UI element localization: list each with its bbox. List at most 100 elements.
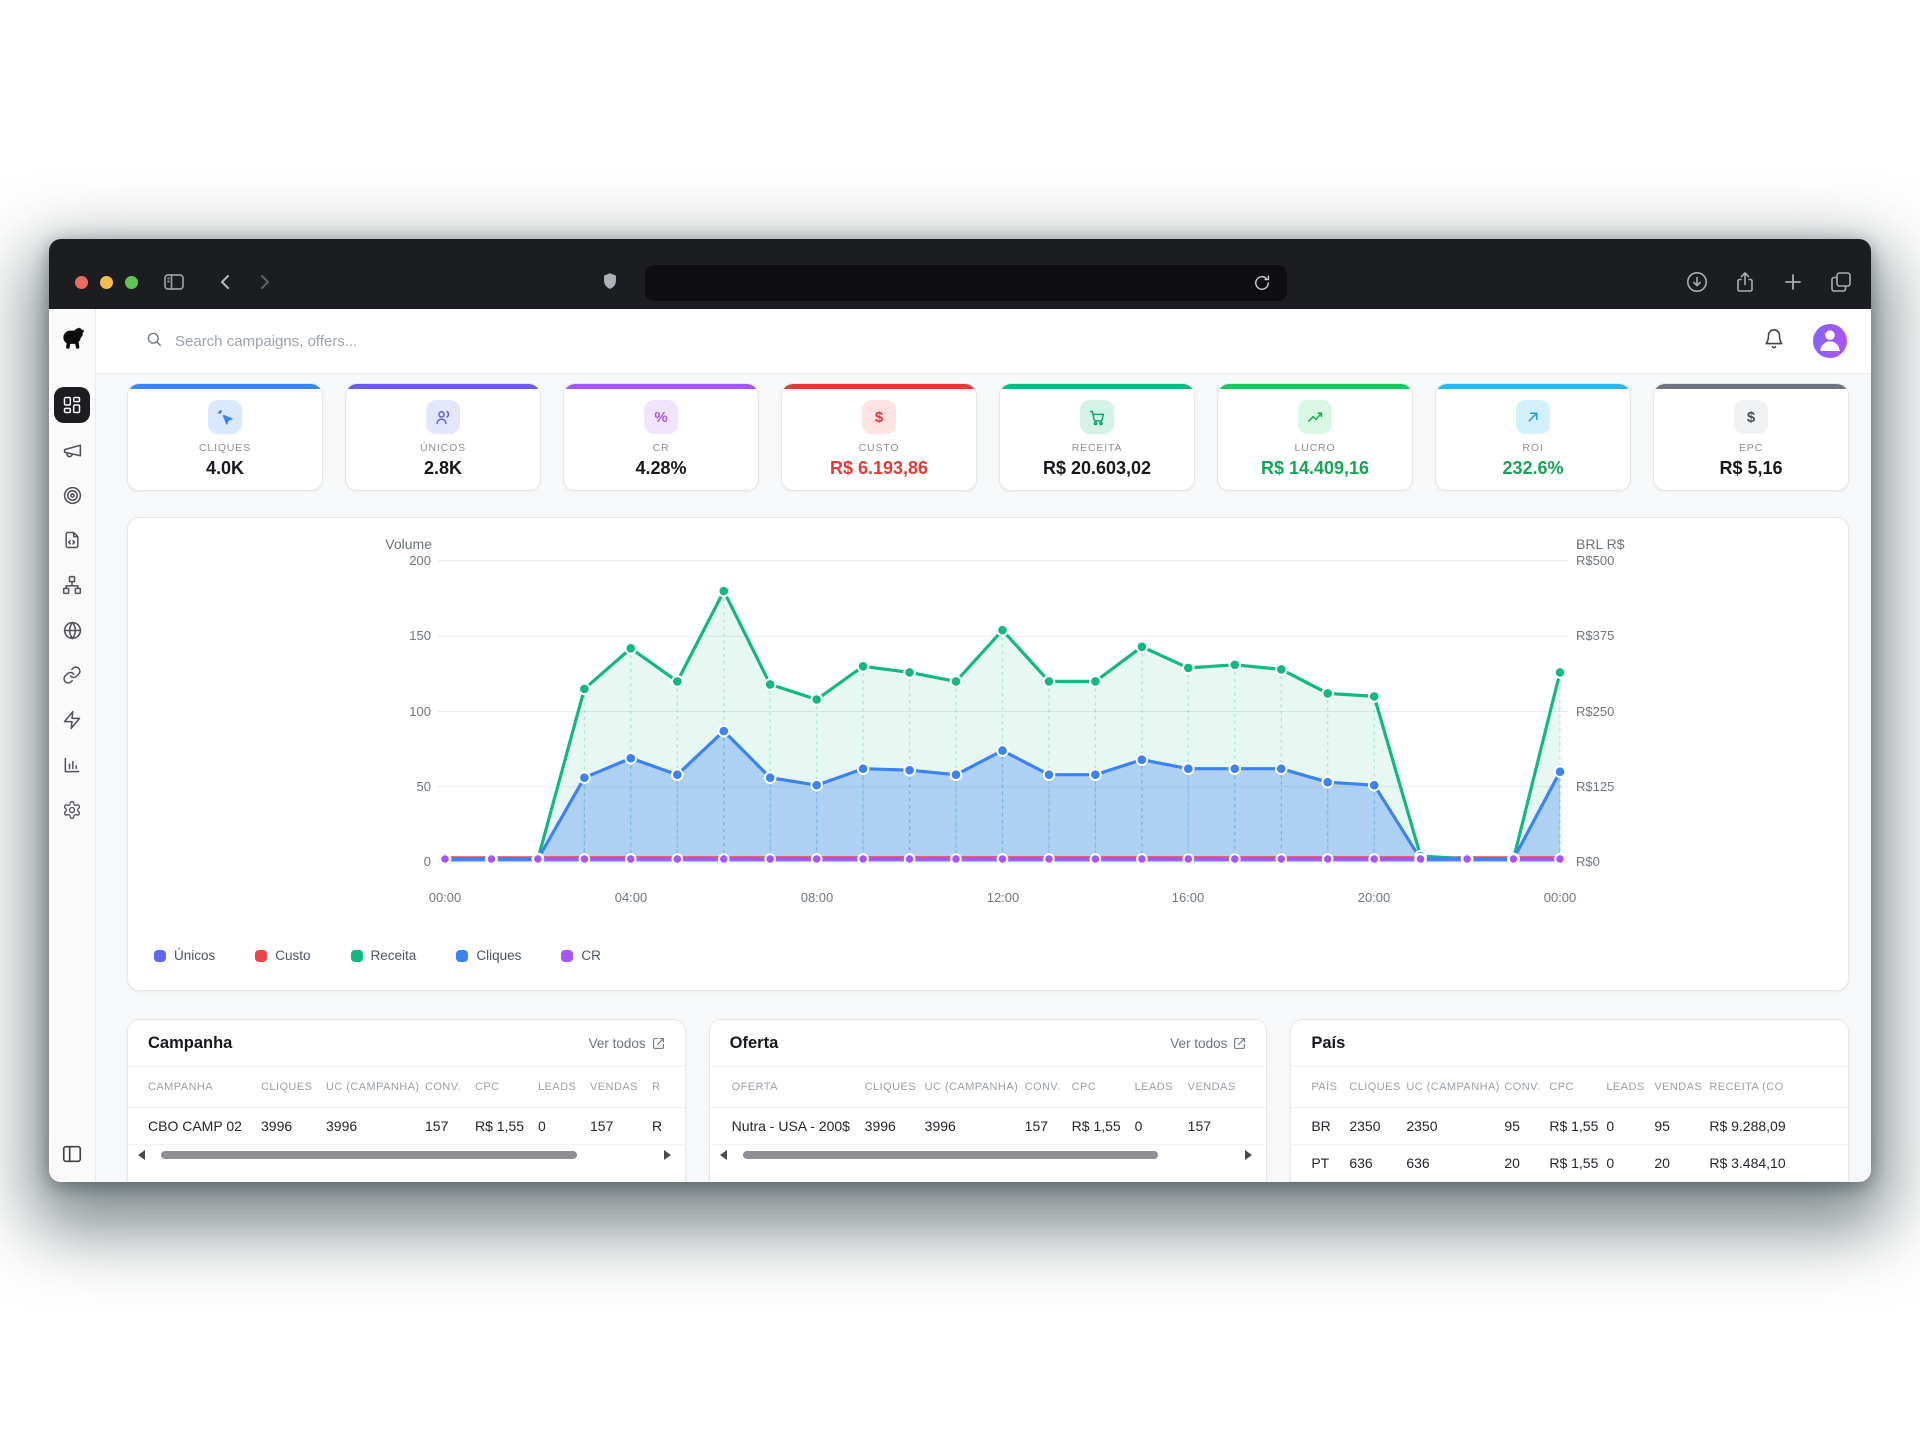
legend-item-cr[interactable]: CR: [561, 948, 601, 963]
table-title: Oferta: [730, 1034, 779, 1053]
table-cell: 636: [1349, 1155, 1406, 1171]
panel-collapse-icon: [61, 1143, 83, 1170]
legend-item-únicos[interactable]: Únicos: [154, 948, 215, 963]
column-header: UC (CAMPANHA): [326, 1081, 425, 1093]
tabs-icon[interactable]: [1828, 269, 1854, 295]
close-window-button[interactable]: [75, 276, 88, 289]
column-header: RECEITA (CO: [1709, 1081, 1848, 1093]
table-cell: 95: [1504, 1118, 1549, 1134]
sidebar-item-settings[interactable]: [54, 792, 90, 828]
scroll-left-arrow[interactable]: [138, 1150, 145, 1160]
legend-item-receita[interactable]: Receita: [351, 948, 417, 963]
scroll-left-arrow[interactable]: [720, 1150, 727, 1160]
sidebar-item-automations[interactable]: [54, 702, 90, 738]
sidebar-item-pages[interactable]: [54, 522, 90, 558]
sidebar-item-domains[interactable]: [54, 612, 90, 648]
kpi-value: R$ 6.193,86: [830, 458, 928, 479]
table-cell: 2350: [1406, 1118, 1504, 1134]
table-cell: 3996: [865, 1118, 925, 1134]
legend-item-custo[interactable]: Custo: [255, 948, 310, 963]
zoom-window-button[interactable]: [125, 276, 138, 289]
column-header: VENDAS: [1654, 1081, 1709, 1093]
shield-icon[interactable]: [597, 269, 623, 295]
address-bar[interactable]: [645, 265, 1287, 301]
new-tab-icon[interactable]: [1780, 269, 1806, 295]
dollar-icon: $: [862, 400, 896, 434]
download-icon[interactable]: [1684, 269, 1710, 295]
sidebar-item-reports[interactable]: [54, 747, 90, 783]
table-cell: 20: [1504, 1155, 1549, 1171]
scroll-right-arrow[interactable]: [1245, 1150, 1252, 1160]
table-cell: 3996: [326, 1118, 425, 1134]
kpi-label: ROI: [1522, 442, 1543, 454]
browser-chrome: [49, 239, 1871, 310]
forward-icon[interactable]: [251, 269, 277, 295]
table-row: BR2350235095R$ 1,55095R$ 9.288,09: [1291, 1108, 1848, 1145]
percent-icon: %: [644, 400, 678, 434]
kpi-label: CR: [653, 442, 670, 454]
table-cell: 0: [538, 1118, 590, 1134]
back-icon[interactable]: [213, 269, 239, 295]
trend-up-icon: [1298, 400, 1332, 434]
table-cell: 0: [1135, 1118, 1188, 1134]
legend-label: Únicos: [174, 948, 215, 963]
x-axis-label: 08:00: [801, 890, 834, 905]
sidebar-item-links[interactable]: [54, 657, 90, 693]
kpi-card-cliques: CLIQUES4.0K: [127, 383, 323, 491]
table-cell: R: [652, 1118, 685, 1134]
left-axis-tick: 50: [361, 779, 431, 794]
app-logo[interactable]: [49, 309, 95, 373]
share-icon[interactable]: [1732, 269, 1758, 295]
kpi-label: LUCRO: [1295, 442, 1336, 454]
kpi-card-epc: $EPCR$ 5,16: [1653, 383, 1849, 491]
column-header: CPC: [1072, 1081, 1135, 1093]
column-header: CONV.: [1025, 1081, 1072, 1093]
kpi-accent-bar: [346, 384, 540, 389]
table-cell: 157: [425, 1118, 475, 1134]
table-cell: R$ 1,55: [1549, 1155, 1606, 1171]
column-header: OFERTA: [732, 1081, 865, 1093]
left-axis-tick: 200: [361, 553, 431, 568]
sidebar-item-offers[interactable]: [54, 477, 90, 513]
sidebar-item-dashboard[interactable]: [54, 387, 90, 423]
table-header-row: PAÍSCLIQUESUC (CAMPANHA)CONV.CPCLEADSVEN…: [1291, 1067, 1848, 1108]
sidebar-item-campaigns[interactable]: [54, 432, 90, 468]
kpi-accent-bar: [1218, 384, 1412, 389]
right-axis-tick: R$0: [1576, 854, 1600, 869]
ver-todos-link[interactable]: Ver todos: [1170, 1036, 1246, 1051]
column-header: CONV.: [1504, 1081, 1549, 1093]
legend-item-cliques[interactable]: Cliques: [456, 948, 521, 963]
scrollbar-thumb[interactable]: [161, 1151, 576, 1159]
table-cell: 3996: [925, 1118, 1025, 1134]
scrollbar-thumb[interactable]: [743, 1151, 1158, 1159]
chart-legend: Únicos Custo Receita Cliques CR: [154, 948, 601, 963]
table-cell: R$ 1,55: [1072, 1118, 1135, 1134]
notifications-bell-icon[interactable]: [1763, 328, 1785, 355]
search-input[interactable]: [173, 332, 597, 351]
kpi-value: R$ 14.409,16: [1261, 458, 1369, 479]
scrollbar-track[interactable]: [733, 1151, 1240, 1159]
column-header: CPC: [1549, 1081, 1606, 1093]
legend-swatch: [456, 950, 468, 962]
sidebar-toggle-icon[interactable]: [161, 269, 187, 295]
table-card-pais: PaísPAÍSCLIQUESUC (CAMPANHA)CONV.CPCLEAD…: [1290, 1019, 1849, 1182]
table-cell: BR: [1311, 1118, 1349, 1134]
table-cell: 20: [1654, 1155, 1709, 1171]
kpi-value: R$ 20.603,02: [1043, 458, 1151, 479]
minimize-window-button[interactable]: [100, 276, 113, 289]
kpi-accent-bar: [128, 384, 322, 389]
cart-icon: [1080, 400, 1114, 434]
ver-todos-link[interactable]: Ver todos: [589, 1036, 665, 1051]
sidebar-item-flows[interactable]: [54, 567, 90, 603]
column-header: VENDAS: [1188, 1081, 1258, 1093]
column-header: CONV.: [425, 1081, 475, 1093]
scrollbar-track[interactable]: [151, 1151, 658, 1159]
user-avatar[interactable]: [1813, 324, 1847, 358]
reload-icon[interactable]: [1249, 270, 1275, 296]
chart-plot: [128, 518, 1849, 990]
legend-label: CR: [581, 948, 601, 963]
scroll-right-arrow[interactable]: [664, 1150, 671, 1160]
table-cell: 636: [1406, 1155, 1504, 1171]
collapse-sidebar-button[interactable]: [49, 1143, 95, 1170]
right-axis-tick: R$375: [1576, 628, 1614, 643]
